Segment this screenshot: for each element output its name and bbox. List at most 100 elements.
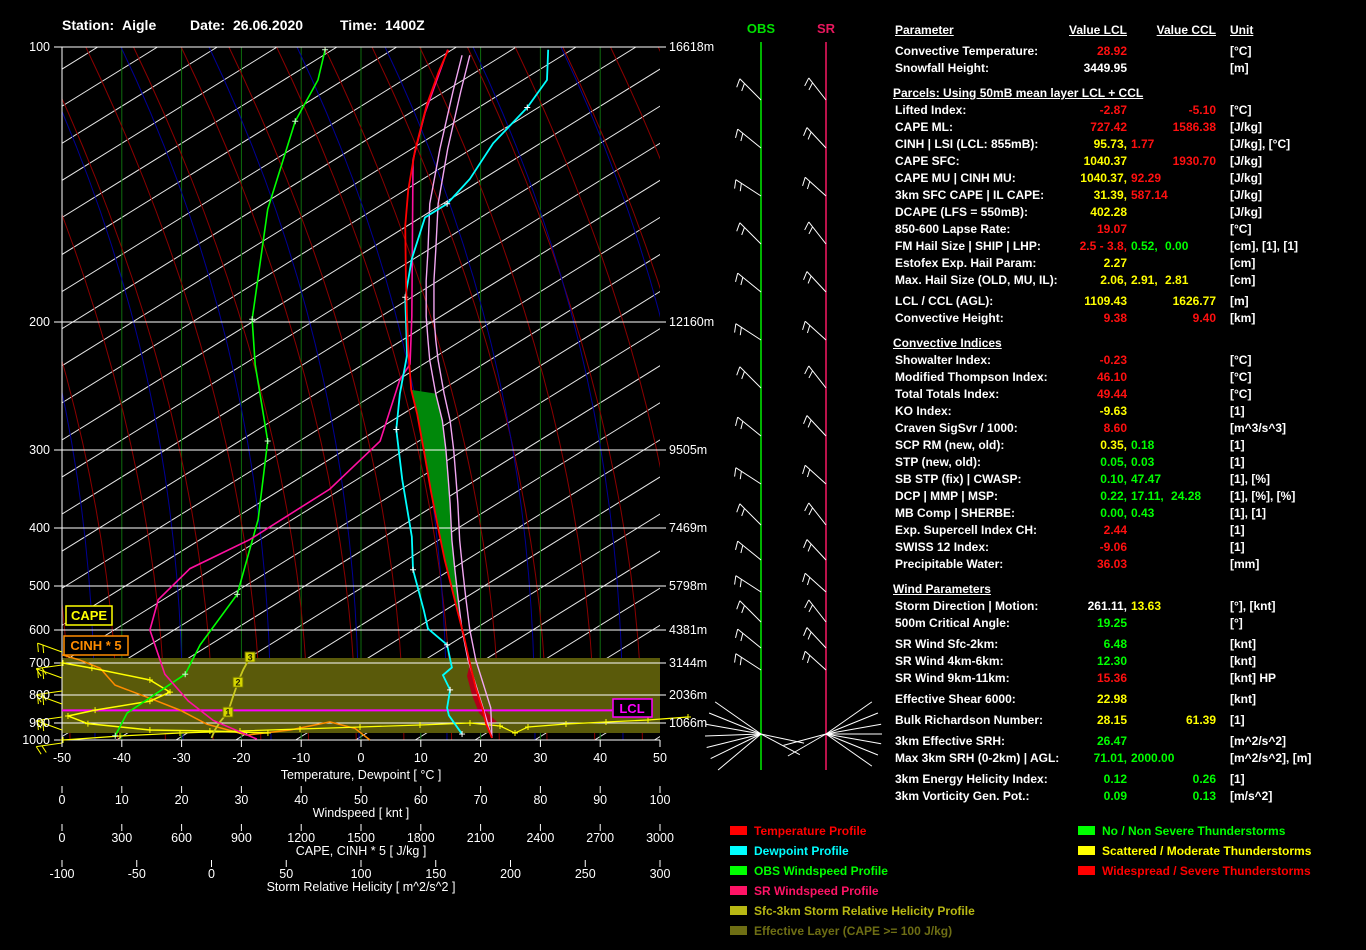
axis-tick-label: 40 — [294, 793, 308, 807]
table-row: Convective Temperature: 28.92 [°C] — [895, 44, 1252, 58]
table-row: FM Hail Size | SHIP | LHP: 2.5 - 3.8, 0.52… — [895, 239, 1299, 253]
axis-labels: 100 16618m200 12160m300 9505m400 7469m500 579… — [22, 40, 714, 881]
table-row: CINH | LSI (LCL: 855mB): 95.73, 1.77 [J/kg]… — [895, 137, 1291, 151]
date-label: Date: — [190, 17, 225, 33]
axis-tick-label: 2700 — [586, 831, 614, 845]
sr-column-label: SR — [817, 21, 836, 36]
pressure-tick-label: 300 — [29, 443, 50, 457]
sounding-app: { "header":{"station_label":"Station:","… — [0, 0, 1366, 950]
table-section-title: Parcels: Using 50mB mean layer LCL + CCL — [893, 86, 1144, 100]
table-row: DCP | MMP | MSP: 0.22, 17.11, 24.28 [1], [%… — [895, 489, 1296, 503]
table-row: Estofex Exp. Hail Param: 2.27 [cm] — [895, 256, 1256, 270]
altitude-tick-label: 5798m — [669, 579, 707, 593]
svg-text:2: 2 — [235, 678, 240, 688]
table-row: 3km SFC CAPE | IL CAPE: 31.39, 587.14 [J/kg… — [895, 188, 1263, 202]
cape-axis-title: CAPE, CINH * 5 [ J/kg ] — [296, 844, 427, 858]
axis-tick-label: 3000 — [646, 831, 674, 845]
time-value: 1400Z — [385, 17, 425, 33]
axis-tick-label: 2100 — [467, 831, 495, 845]
time-label: Time: — [340, 17, 377, 33]
table-row: SB STP (fix) | CWASP: 0.10, 47.47 [1], [%] — [895, 472, 1270, 486]
pressure-tick-label: 600 — [29, 623, 50, 637]
axis-tick-label: 50 — [279, 867, 293, 881]
axis-tick-label: 600 — [171, 831, 192, 845]
table-row: 3km Energy Helicity Index: 0.12 0.26 [1] — [895, 772, 1245, 786]
table-row: Showalter Index: -0.23 [°C] — [895, 353, 1252, 367]
table-row: SCP RM (new, old): 0.35, 0.18 [1] — [895, 438, 1245, 452]
table-row: Bulk Richardson Number: 28.15 61.39 [1] — [895, 713, 1245, 727]
altitude-tick-label: 16618m — [669, 40, 714, 54]
cinh-label-box: CINH * 5 — [63, 635, 129, 656]
table-row: Precipitable Water: 36.03 [mm] — [895, 557, 1260, 571]
windspeed-axis-title: Windspeed [ knt ] — [313, 806, 410, 820]
axis-tick-label: 250 — [575, 867, 596, 881]
obs-windspeed-profile — [112, 46, 329, 739]
altitude-tick-label: 4381m — [669, 623, 707, 637]
svg-text:3: 3 — [248, 653, 253, 663]
obs-wind-barbs — [705, 42, 805, 771]
table-row: Craven SigSvr / 1000: 8.60 [m^3/s^3] — [895, 421, 1287, 435]
axis-tick-label: -50 — [128, 867, 146, 881]
axis-tick-label: 20 — [474, 751, 488, 765]
table-row: Effective Shear 6000: 22.98 [knt] — [895, 692, 1256, 706]
table-row: Snowfall Height: 3449.95 [m] — [895, 61, 1249, 75]
axis-tick-label: 300 — [111, 831, 132, 845]
obs-column-label: OBS — [747, 21, 776, 36]
axis-tick-label: -10 — [292, 751, 310, 765]
axis-tick-label: 150 — [425, 867, 446, 881]
axis-tick-label: 20 — [175, 793, 189, 807]
pressure-tick-label: 100 — [29, 40, 50, 54]
station-value: Aigle — [122, 17, 156, 33]
table-row: MB Comp | SHERBE: 0.00, 0.43 [1], [1] — [895, 506, 1266, 520]
altitude-tick-label: 3144m — [669, 656, 707, 670]
axis-tick-label: 50 — [653, 751, 667, 765]
svg-text:1: 1 — [225, 708, 230, 718]
srh-km-marker: 1 — [222, 706, 234, 718]
table-row: 3km Vorticity Gen. Pot.: 0.09 0.13 [m/s^2] — [895, 789, 1273, 803]
axis-tick-label: 900 — [231, 831, 252, 845]
table-row: SR Wind 9km-11km: 15.36 [knt] HP — [895, 671, 1276, 685]
altitude-tick-label: 12160m — [669, 315, 714, 329]
axis-tick-label: 200 — [500, 867, 521, 881]
axis-tick-label: 30 — [533, 751, 547, 765]
axis-tick-label: 1200 — [287, 831, 315, 845]
axis-tick-label: 0 — [59, 793, 66, 807]
table-row: CAPE ML: 727.42 1586.38 [J/kg] — [895, 120, 1263, 134]
pressure-tick-label: 900 — [29, 716, 50, 730]
axis-tick-label: 1500 — [347, 831, 375, 845]
table-row: KO Index: -9.63 [1] — [895, 404, 1245, 418]
pressure-tick-label: 1000 — [22, 733, 50, 747]
altitude-tick-label: 1066m — [669, 716, 707, 730]
svg-text:LCL: LCL — [619, 701, 644, 716]
altitude-tick-label: 7469m — [669, 521, 707, 535]
station-label: Station: — [62, 17, 114, 33]
lcl-label-box: LCL — [612, 698, 653, 718]
table-row: Total Totals Index: 49.44 [°C] — [895, 387, 1252, 401]
table-row: Convective Height: 9.38 9.40 [km] — [895, 311, 1256, 325]
axis-tick-label: 80 — [533, 793, 547, 807]
table-row: Exp. Supercell Index CH: 2.44 [1] — [895, 523, 1245, 537]
table-row: Max 3km SRH (0-2km) | AGL: 71.01, 2000.00[… — [895, 751, 1312, 765]
pressure-gridlines — [54, 46, 666, 741]
axis-tick-label: 50 — [354, 793, 368, 807]
table-row: LCL / CCL (AGL): 1109.43 1626.77 [m] — [895, 294, 1249, 308]
axis-tick-label: -20 — [232, 751, 250, 765]
table-row: SR Wind 4km-6km: 12.30 [knt] — [895, 654, 1256, 668]
temperature-axis-title: Temperature, Dewpoint [ °C ] — [281, 768, 442, 782]
srh-km-marker: 2 — [232, 676, 244, 688]
table-row: STP (new, old): 0.05, 0.03 [1] — [895, 455, 1245, 469]
axis-tick-label: 40 — [593, 751, 607, 765]
axis-tick-label: 60 — [414, 793, 428, 807]
axis-tick-label: 90 — [593, 793, 607, 807]
axis-tick-label: 0 — [358, 751, 365, 765]
date-value: 26.06.2020 — [233, 17, 303, 33]
pressure-tick-label: 500 — [29, 579, 50, 593]
table-row: SWISS 12 Index: -9.06 [1] — [895, 540, 1245, 554]
pressure-tick-label: 200 — [29, 315, 50, 329]
table-row: 850-600 Lapse Rate: 19.07 [°C] — [895, 222, 1252, 236]
table-section-title: Wind Parameters — [893, 582, 991, 596]
pressure-tick-label: 400 — [29, 521, 50, 535]
profile-curves: 1 2 3 — [59, 46, 691, 743]
table-row: DCAPE (LFS = 550mB): 402.28 [J/kg] — [895, 205, 1263, 219]
axis-tick-label: 300 — [650, 867, 671, 881]
